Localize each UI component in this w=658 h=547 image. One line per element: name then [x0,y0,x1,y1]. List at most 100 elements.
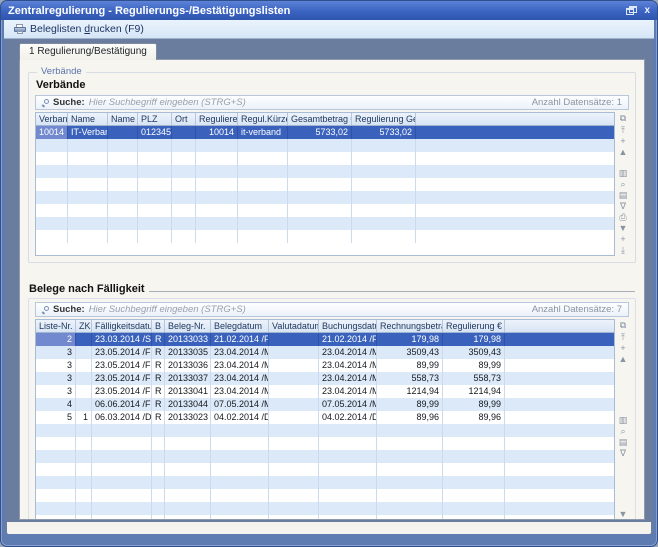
main-area: 1 Regulierung/Bestätigung Verbände Verbä… [5,39,653,534]
page-up-button[interactable]: ▲ [617,354,629,365]
search-label: Suche: [53,304,85,315]
record-count: Anzahl Datensätze: 1 [532,97,622,108]
print-beleglisten-button[interactable]: Beleglisten drucken (F9) [10,22,148,36]
printer-icon [14,24,26,34]
export-button[interactable]: ▤ [617,190,629,201]
filter-button[interactable]: ∇ [617,201,629,212]
page-up-button[interactable]: ▲ [617,147,629,158]
restore-button[interactable] [626,6,637,16]
column-header[interactable]: ZK [76,320,92,332]
row-up-button[interactable]: + [617,136,629,147]
verbaende-grid-sidebar: ⧉ ⤒ + ▲ ▥ ⌕ ▤ ∇ ⎙ ▼ + ⤓ [615,112,629,256]
search-placeholder: Hier Suchbegriff eingeben (STRG+S) [89,304,246,315]
column-header[interactable]: Verband [36,113,68,125]
empty-table-row [36,230,614,243]
verbaende-grid-header: Verband Name Name 2 PLZ Ort Regulierer R… [36,113,614,126]
scroll-top-button[interactable]: ⤒ [617,125,629,136]
row-up-button[interactable]: + [617,343,629,354]
grid-search-button[interactable]: ⌕ [617,426,629,437]
table-row[interactable]: 323.05.2014 /FrR2013304123.04.2014 /Mi23… [36,385,614,398]
belege-grid-header: Liste-Nr.▼ ZK Fälligkeitsdatum B Beleg-N… [36,320,614,333]
belege-grid-sidebar: ⧉ ⤒ + ▲ ▥ ⌕ ▤ ∇ ▼ + ⤓ [615,319,629,520]
app-window: Zentralregulierung - Regulierungs-/Bestä… [0,0,658,547]
verbaende-groupbox: Verbände Verbände Suche: Hier Suchbegrif… [28,72,636,263]
column-header[interactable]: Liste-Nr.▼ [36,320,76,332]
toolbar: Beleglisten drucken (F9) [4,20,654,39]
selected-table-row[interactable]: 10014 IT-Verband 012345 10014 it-verband… [36,126,614,139]
table-row[interactable]: 323.05.2014 /FrR2013303523.04.2014 /Mi23… [36,346,614,359]
column-header[interactable]: Ort [172,113,196,125]
column-header-filler [505,320,614,332]
belege-groupbox: Suche: Hier Suchbegriff eingeben (STRG+S… [28,298,636,520]
empty-table-row [36,450,614,463]
column-header[interactable]: Rechnungsbetrag € [377,320,443,332]
belege-search-bar[interactable]: Suche: Hier Suchbegriff eingeben (STRG+S… [35,302,629,317]
tab-bar: 1 Regulierung/Bestätigung [5,39,653,59]
export-button[interactable]: ▤ [617,437,629,448]
close-button[interactable]: x [644,6,650,16]
scroll-top-button[interactable]: ⤒ [617,332,629,343]
status-bar [7,522,651,534]
search-icon [42,99,49,106]
column-header-filler [416,113,614,125]
selected-table-row[interactable]: 2 23.03.2014 /So R 20133033 21.02.2014 /… [36,333,614,346]
belege-caption: Belege nach Fälligkeit [29,283,145,296]
verbaende-group-label: Verbände [37,66,86,78]
empty-table-row [36,489,614,502]
table-row[interactable]: 323.05.2014 /FrR2013303723.04.2014 /Mi23… [36,372,614,385]
column-header[interactable]: Beleg-Nr. [165,320,211,332]
column-header[interactable]: B [152,320,165,332]
verbaende-grid: Verband Name Name 2 PLZ Ort Regulierer R… [35,112,629,256]
column-header[interactable]: Regul.Kürzel [238,113,288,125]
empty-table-row [36,204,614,217]
column-header[interactable]: Name 2 [108,113,138,125]
table-row[interactable]: 5106.03.2014 /DoR2013302304.02.2014 /Di0… [36,411,614,424]
copy-rows-icon[interactable]: ⧉ [617,319,629,332]
tab-regulierung-bestaetigung[interactable]: 1 Regulierung/Bestätigung [19,43,157,60]
column-header[interactable]: Fälligkeitsdatum [92,320,152,332]
column-header[interactable]: Name [68,113,108,125]
title-bar: Zentralregulierung - Regulierungs-/Bestä… [1,1,657,20]
empty-table-row [36,139,614,152]
column-settings-button[interactable]: ▥ [617,168,629,179]
empty-table-row [36,502,614,515]
column-header[interactable]: Valutadatum [269,320,319,332]
column-header[interactable]: Buchungsdatum [319,320,377,332]
empty-table-row [36,152,614,165]
page-down-button[interactable]: ▼ [617,509,629,520]
empty-table-row [36,463,614,476]
page-down-button[interactable]: ▼ [617,223,629,234]
verbaende-caption: Verbände [36,79,629,92]
empty-table-row [36,476,614,489]
empty-table-row [36,515,614,520]
column-header[interactable]: Regulierung Ges. € [352,113,416,125]
search-placeholder: Hier Suchbegriff eingeben (STRG+S) [89,97,246,108]
empty-table-row [36,165,614,178]
belege-grid: Liste-Nr.▼ ZK Fälligkeitsdatum B Beleg-N… [35,319,629,520]
empty-table-row [36,437,614,450]
column-header[interactable]: Belegdatum [211,320,269,332]
empty-table-row [36,424,614,437]
print-button-label: Beleglisten drucken (F9) [30,23,144,35]
column-header[interactable]: Regulierung € [443,320,505,332]
grid-print-button[interactable]: ⎙ [617,212,629,223]
empty-table-row [36,217,614,230]
column-header[interactable]: PLZ [138,113,172,125]
filter-button[interactable]: ∇ [617,448,629,459]
table-row[interactable]: 406.06.2014 /FrR2013304407.05.2014 /Mi07… [36,398,614,411]
content-panel: Verbände Verbände Suche: Hier Suchbegrif… [19,59,645,520]
record-count: Anzahl Datensätze: 7 [532,304,622,315]
row-down-button[interactable]: + [617,234,629,245]
column-header[interactable]: Gesamtbetrag € [288,113,352,125]
table-row[interactable]: 323.05.2014 /FrR2013303623.04.2014 /Mi23… [36,359,614,372]
copy-rows-icon[interactable]: ⧉ [617,112,629,125]
column-settings-button[interactable]: ▥ [617,415,629,426]
search-icon [42,306,49,313]
verbaende-search-bar[interactable]: Suche: Hier Suchbegriff eingeben (STRG+S… [35,95,629,110]
grid-search-button[interactable]: ⌕ [617,179,629,190]
column-header[interactable]: Regulierer [196,113,238,125]
scroll-bottom-button[interactable]: ⤓ [617,245,629,256]
search-label: Suche: [53,97,85,108]
empty-table-row [36,191,614,204]
window-title: Zentralregulierung - Regulierungs-/Bestä… [8,5,290,17]
